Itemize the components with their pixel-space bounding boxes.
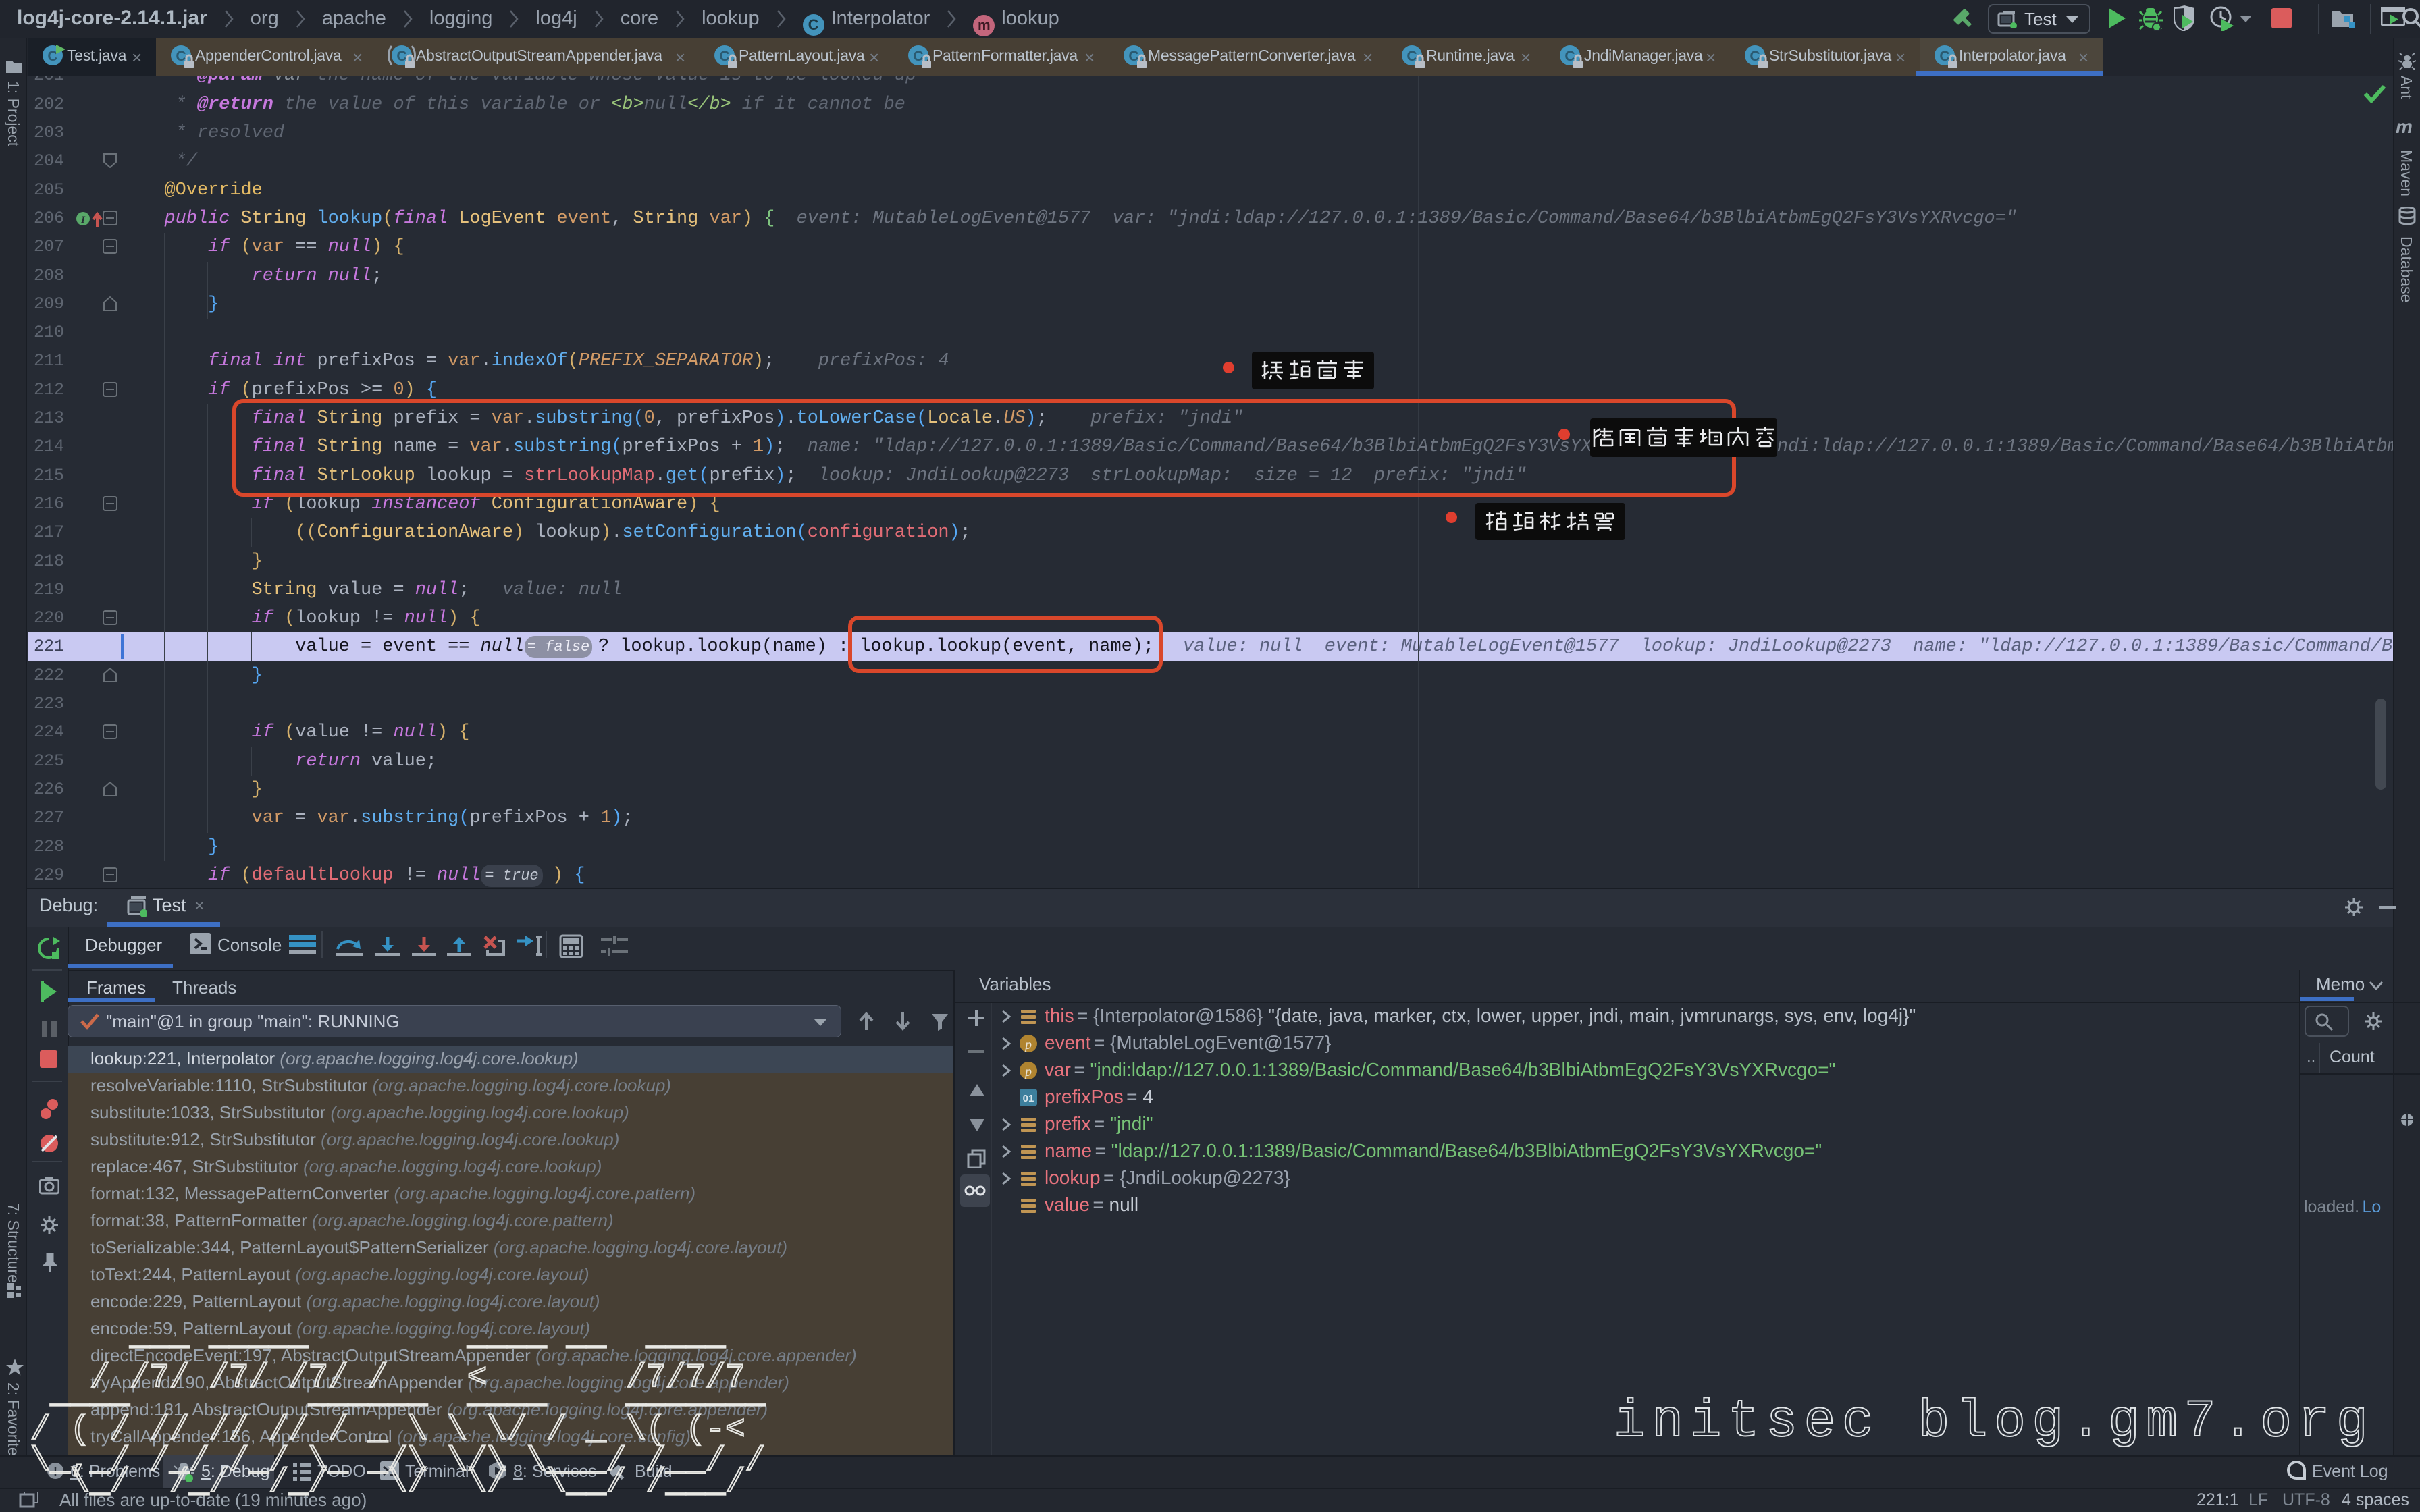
svg-text:p: p	[1024, 1037, 1032, 1052]
svg-text:p: p	[1024, 1064, 1032, 1079]
svg-text:01: 01	[1023, 1093, 1034, 1104]
svg-text:I: I	[80, 215, 86, 225]
